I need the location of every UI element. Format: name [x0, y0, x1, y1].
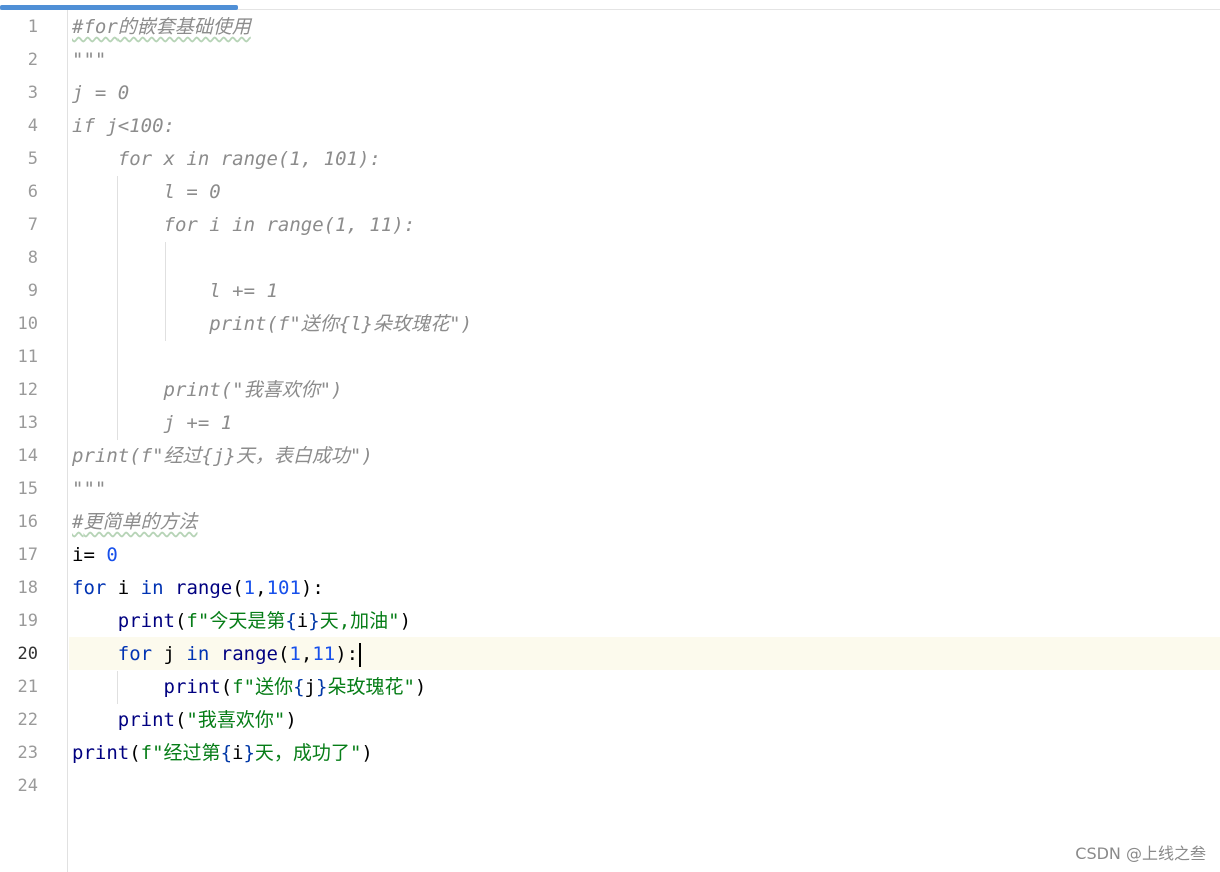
line-number: 12 [17, 380, 38, 400]
line-number: 13 [17, 413, 38, 433]
code-line[interactable] [72, 770, 1220, 803]
code-editor: 1 2 3 4 5 6 7 8 9 10 11 12 13 14 15 16 1… [0, 0, 1220, 872]
line-number: 11 [17, 347, 38, 367]
code-line[interactable]: l = 0 [72, 176, 1220, 209]
line-number: 16 [17, 512, 38, 532]
line-number: 19 [17, 611, 38, 631]
code-line[interactable]: for i in range(1, 11): [72, 209, 1220, 242]
code-line[interactable] [72, 341, 1220, 374]
code-line[interactable]: print(f"今天是第{i}天,加油") [72, 605, 1220, 638]
code-line[interactable]: for i in range(1,101): [72, 572, 1220, 605]
code-line[interactable]: if j<100: [72, 110, 1220, 143]
code-line[interactable]: for x in range(1, 101): [72, 143, 1220, 176]
line-number: 22 [17, 710, 38, 730]
line-number: 23 [17, 743, 38, 763]
line-number: 8 [27, 248, 38, 268]
code-line[interactable]: """ [72, 44, 1220, 77]
line-number: 14 [17, 446, 38, 466]
line-number: 17 [17, 545, 38, 565]
text-caret [359, 642, 362, 667]
line-number: 9 [27, 281, 38, 301]
code-line[interactable]: print(f"送你{l}朵玫瑰花") [72, 308, 1220, 341]
code-line[interactable]: print(f"经过{j}天，表白成功") [72, 440, 1220, 473]
code-line[interactable]: #for的嵌套基础使用 [72, 11, 1220, 44]
code-line[interactable]: j = 0 [72, 77, 1220, 110]
code-line[interactable]: #更简单的方法 [72, 506, 1220, 539]
code-line[interactable]: print(f"经过第{i}天，成功了") [72, 737, 1220, 770]
line-number: 2 [27, 50, 38, 70]
line-number: 6 [27, 182, 38, 202]
code-line-current[interactable]: for j in range(1,11): [72, 638, 1220, 671]
line-number: 15 [17, 479, 38, 499]
code-line[interactable]: print("我喜欢你") [72, 704, 1220, 737]
code-line[interactable]: """ [72, 473, 1220, 506]
line-number: 10 [17, 314, 38, 334]
editor-tab-strip [0, 0, 1220, 10]
code-line[interactable]: l += 1 [72, 275, 1220, 308]
line-number: 18 [17, 578, 38, 598]
line-number: 24 [17, 776, 38, 796]
code-area[interactable]: #for的嵌套基础使用 """ j = 0 if j<100: for x in… [72, 11, 1220, 803]
line-number: 3 [27, 83, 38, 103]
line-number: 1 [27, 17, 38, 37]
line-number: 5 [27, 149, 38, 169]
code-line[interactable]: print("我喜欢你") [72, 374, 1220, 407]
current-line-number: 20 [17, 644, 38, 664]
code-line[interactable]: j += 1 [72, 407, 1220, 440]
code-line[interactable]: print(f"送你{j}朵玫瑰花") [72, 671, 1220, 704]
line-number: 21 [17, 677, 38, 697]
code-line[interactable]: i= 0 [72, 539, 1220, 572]
code-line[interactable] [72, 242, 1220, 275]
line-number: 4 [27, 116, 38, 136]
csdn-watermark: CSDN @上线之叁 [1075, 844, 1206, 863]
line-numbers: 1 2 3 4 5 6 7 8 9 10 11 12 13 14 15 16 1… [0, 11, 68, 803]
line-number: 7 [27, 215, 38, 235]
